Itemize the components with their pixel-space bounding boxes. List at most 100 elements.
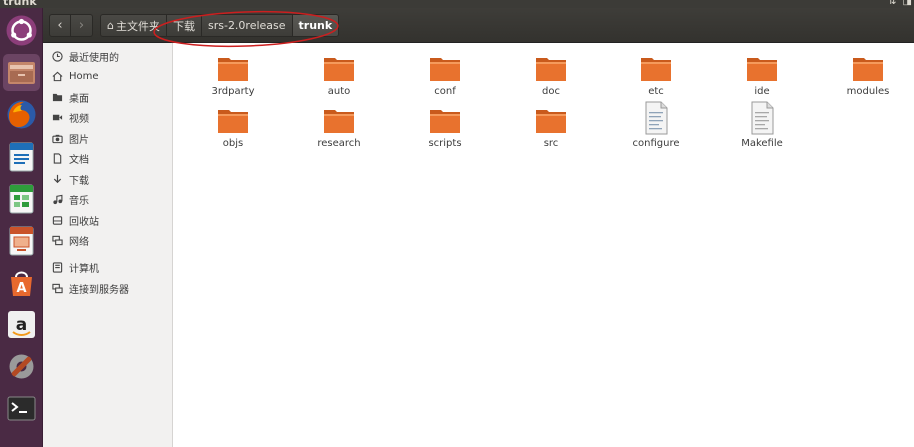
breadcrumb-label: srs-2.0release <box>207 19 286 32</box>
sidebar-item-label: 桌面 <box>69 93 89 105</box>
sidebar-item-label: 连接到服务器 <box>69 284 129 296</box>
computer-icon <box>51 261 63 273</box>
text-file-icon <box>645 101 668 135</box>
music-icon <box>51 193 63 205</box>
breadcrumb-label: 下载 <box>172 19 195 33</box>
terminal-icon[interactable] <box>3 390 40 427</box>
keyboard-indicator-icon[interactable]: ◨ <box>903 0 912 7</box>
breadcrumb-downloads[interactable]: 下载 <box>166 14 202 37</box>
sidebar-item-label: 文档 <box>69 154 89 166</box>
file-name: Makefile <box>741 138 783 149</box>
svg-text:A: A <box>16 281 26 296</box>
file-name: auto <box>327 86 351 97</box>
breadcrumb-label: 主文件夹 <box>115 19 160 33</box>
sidebar-item-network[interactable]: 网络 <box>43 230 172 250</box>
sidebar-item-home[interactable]: Home <box>43 66 172 86</box>
file-name: objs <box>222 138 244 149</box>
writer-icon[interactable] <box>3 138 40 175</box>
file-manager-window: trunk ⇅ ◨ A a ‹ › ⌂ 主文件夹 下载 srs-2.0relea… <box>0 0 914 447</box>
trash-icon <box>51 214 63 226</box>
folder-icon <box>324 110 354 133</box>
breadcrumb: ⌂ 主文件夹 下载 srs-2.0release trunk <box>100 14 340 37</box>
sidebar-item-connect-server[interactable]: 连接到服务器 <box>43 278 172 298</box>
folder-item-conf[interactable]: conf <box>400 53 490 103</box>
file-name: research <box>317 138 361 149</box>
folder-icon <box>430 58 460 81</box>
sidebar-item-label: 下载 <box>69 175 89 187</box>
impress-icon[interactable] <box>3 222 40 259</box>
svg-text:a: a <box>16 315 27 335</box>
folder-item-objs[interactable]: objs <box>188 105 278 155</box>
file-name: modules <box>846 86 890 97</box>
panel-indicators: ⇅ ◨ <box>888 0 912 7</box>
file-name: configure <box>632 138 680 149</box>
software-center-icon[interactable]: A <box>3 264 40 301</box>
network-indicator-icon[interactable]: ⇅ <box>888 0 896 7</box>
folder-item-ide[interactable]: ide <box>717 53 807 103</box>
files-icon[interactable] <box>3 54 40 91</box>
sidebar-item-label: 视频 <box>69 113 89 125</box>
calc-icon[interactable] <box>3 180 40 217</box>
sidebar-item-music[interactable]: 音乐 <box>43 189 172 209</box>
sidebar-item-label: Home <box>69 70 99 82</box>
folder-item-modules[interactable]: modules <box>823 53 913 103</box>
settings-icon[interactable] <box>3 348 40 385</box>
sidebar-item-downloads[interactable]: 下载 <box>43 169 172 189</box>
folder-icon <box>853 58 883 81</box>
file-item-configure[interactable]: configure <box>611 101 701 151</box>
sidebar-item-computer[interactable]: 计算机 <box>43 257 172 277</box>
file-name: doc <box>542 86 560 97</box>
top-panel: trunk ⇅ ◨ <box>0 0 914 8</box>
file-name: ide <box>754 86 770 97</box>
folder-icon <box>324 58 354 81</box>
document-icon <box>51 152 63 164</box>
sidebar-item-videos[interactable]: 视频 <box>43 107 172 127</box>
home-icon: ⌂ <box>107 19 114 32</box>
back-button[interactable]: ‹ <box>49 14 71 37</box>
file-name: src <box>543 138 559 149</box>
network-icon <box>51 234 63 246</box>
sidebar-item-recent[interactable]: 最近使用的 <box>43 46 172 66</box>
places-sidebar: 最近使用的 Home 桌面 视频 图片 文档 下载 音乐 回收站 网络 计算机 … <box>43 43 173 447</box>
breadcrumb-trunk[interactable]: trunk <box>292 14 340 37</box>
text-file-icon <box>751 101 774 135</box>
launcher: A a <box>0 8 43 447</box>
download-icon <box>51 173 63 185</box>
folder-icon <box>536 110 566 133</box>
sidebar-item-desktop[interactable]: 桌面 <box>43 87 172 107</box>
breadcrumb-home[interactable]: ⌂ 主文件夹 <box>100 14 167 37</box>
folder-icon <box>536 58 566 81</box>
server-icon <box>51 282 63 294</box>
folder-icon <box>218 110 248 133</box>
folder-item-src[interactable]: src <box>506 105 596 155</box>
file-name: 3rdparty <box>211 86 255 97</box>
folder-item-doc[interactable]: doc <box>506 53 596 103</box>
window-title: trunk <box>3 0 37 8</box>
folder-item-3rdparty[interactable]: 3rdparty <box>188 53 278 103</box>
file-item-makefile[interactable]: Makefile <box>717 101 807 151</box>
folder-item-etc[interactable]: etc <box>611 53 701 103</box>
folder-icon <box>747 58 777 81</box>
folder-item-research[interactable]: research <box>294 105 384 155</box>
dash-icon[interactable] <box>3 12 40 49</box>
sidebar-item-documents[interactable]: 文档 <box>43 148 172 168</box>
folder-icon <box>430 110 460 133</box>
firefox-icon[interactable] <box>3 96 40 133</box>
sidebar-item-label: 计算机 <box>69 263 99 275</box>
breadcrumb-label: trunk <box>298 19 333 32</box>
sidebar-item-pictures[interactable]: 图片 <box>43 128 172 148</box>
sidebar-item-label: 图片 <box>69 134 89 146</box>
desktop-icon <box>51 91 63 103</box>
forward-button[interactable]: › <box>71 14 93 37</box>
navigation-buttons: ‹ › <box>49 14 93 37</box>
sidebar-item-trash[interactable]: 回收站 <box>43 210 172 230</box>
camera-icon <box>51 132 63 144</box>
amazon-icon[interactable]: a <box>3 306 40 343</box>
folder-item-auto[interactable]: auto <box>294 53 384 103</box>
file-name: etc <box>648 86 664 97</box>
folder-item-scripts[interactable]: scripts <box>400 105 490 155</box>
sidebar-item-label: 网络 <box>69 236 89 248</box>
header-bar: ‹ › ⌂ 主文件夹 下载 srs-2.0release trunk <box>43 8 914 43</box>
clock-icon <box>51 50 63 62</box>
breadcrumb-srs-release[interactable]: srs-2.0release <box>201 14 293 37</box>
